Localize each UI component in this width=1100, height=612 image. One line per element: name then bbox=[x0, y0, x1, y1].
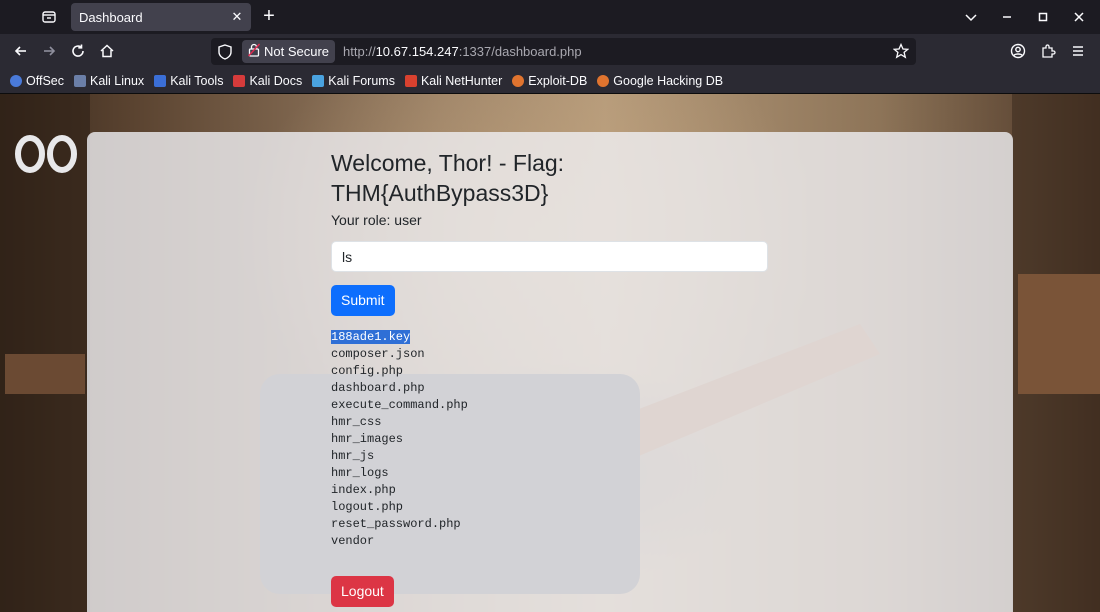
flag-text: THM{AuthBypass3D} bbox=[331, 180, 549, 206]
submit-button[interactable]: Submit bbox=[331, 285, 395, 316]
url-text[interactable]: http://10.67.154.247:1337/dashboard.php bbox=[343, 44, 582, 59]
url-scheme: http:// bbox=[343, 44, 376, 59]
output-line: execute_command.php bbox=[331, 398, 468, 412]
output-line: reset_password.php bbox=[331, 517, 461, 531]
tracking-shield-icon[interactable] bbox=[214, 41, 236, 63]
maximize-icon[interactable] bbox=[1032, 6, 1054, 28]
output-line: hmr_js bbox=[331, 449, 375, 463]
kali-tools-icon bbox=[154, 74, 167, 87]
logout-button[interactable]: Logout bbox=[331, 576, 394, 607]
site-security-indicator[interactable]: Not Secure bbox=[242, 40, 336, 63]
output-line-selected: 188ade1.key bbox=[331, 330, 411, 344]
home-icon[interactable] bbox=[95, 39, 119, 63]
page-viewport: Welcome, Thor! - Flag: THM{AuthBypass3D}… bbox=[0, 94, 1100, 612]
kali-docs-icon bbox=[233, 74, 246, 87]
chevron-down-icon[interactable] bbox=[960, 6, 982, 28]
tab-list-icon[interactable] bbox=[36, 4, 62, 30]
bookmark-kali-docs[interactable]: Kali Docs bbox=[233, 74, 302, 88]
command-input[interactable]: ls bbox=[331, 241, 768, 272]
bookmark-star-icon[interactable] bbox=[890, 40, 912, 62]
nav-toolbar: Not Secure http://10.67.154.247:1337/das… bbox=[0, 34, 1100, 68]
output-line: hmr_logs bbox=[331, 466, 389, 480]
output-line: composer.json bbox=[331, 347, 425, 361]
user-role-text: Your role: user bbox=[331, 212, 422, 228]
dashboard-content: Welcome, Thor! - Flag: THM{AuthBypass3D}… bbox=[331, 148, 771, 550]
account-icon[interactable] bbox=[1006, 39, 1030, 63]
address-bar[interactable]: Not Secure http://10.67.154.247:1337/das… bbox=[211, 38, 916, 65]
bookmark-exploit-db[interactable]: Exploit-DB bbox=[512, 74, 587, 88]
bookmark-kali-linux[interactable]: Kali Linux bbox=[73, 74, 144, 88]
close-window-icon[interactable] bbox=[1068, 6, 1090, 28]
not-secure-label: Not Secure bbox=[264, 44, 330, 59]
output-line: hmr_images bbox=[331, 432, 404, 446]
kali-forums-icon bbox=[312, 74, 325, 87]
bookmark-kali-nethunter[interactable]: Kali NetHunter bbox=[404, 74, 502, 88]
tab-strip: Dashboard ✕ + bbox=[0, 0, 1100, 34]
bookmark-google-hacking-db[interactable]: Google Hacking DB bbox=[597, 74, 723, 88]
dashboard-card: Welcome, Thor! - Flag: THM{AuthBypass3D}… bbox=[87, 132, 1013, 612]
new-tab-icon[interactable]: + bbox=[258, 5, 280, 27]
hamburger-menu-icon[interactable] bbox=[1066, 39, 1090, 63]
output-line: index.php bbox=[331, 483, 396, 497]
exploit-db-icon bbox=[512, 74, 525, 87]
command-input-value: ls bbox=[342, 248, 353, 265]
forward-arrow-icon[interactable] bbox=[37, 39, 61, 63]
url-host: 10.67.154.247 bbox=[375, 44, 459, 59]
insecure-lock-icon bbox=[247, 43, 261, 60]
bookmarks-toolbar: OffSec Kali Linux Kali Tools Kali Docs K… bbox=[0, 68, 1100, 94]
output-line: vendor bbox=[331, 534, 375, 548]
ghdb-icon bbox=[597, 74, 610, 87]
bookmark-kali-tools[interactable]: Kali Tools bbox=[154, 74, 223, 88]
bookmark-kali-forums[interactable]: Kali Forums bbox=[312, 74, 395, 88]
bookmark-offsec[interactable]: OffSec bbox=[10, 74, 64, 88]
nethunter-icon bbox=[404, 74, 417, 87]
tab-title: Dashboard bbox=[79, 9, 143, 25]
offsec-icon bbox=[10, 74, 22, 87]
extensions-icon[interactable] bbox=[1036, 39, 1060, 63]
output-line: hmr_css bbox=[331, 415, 382, 429]
output-line: 188ade1.key bbox=[331, 329, 771, 346]
minimize-icon[interactable] bbox=[996, 6, 1018, 28]
back-arrow-icon[interactable] bbox=[9, 39, 33, 63]
kali-dragon-icon bbox=[73, 74, 86, 87]
command-output: 188ade1.key composer.json config.php das… bbox=[331, 329, 771, 550]
reload-icon[interactable] bbox=[66, 39, 90, 63]
close-tab-icon[interactable]: ✕ bbox=[227, 7, 247, 27]
tab-dashboard[interactable]: Dashboard ✕ bbox=[71, 3, 251, 31]
url-path: :1337/dashboard.php bbox=[458, 44, 582, 59]
welcome-heading: Welcome, Thor! - Flag: THM{AuthBypass3D} bbox=[331, 148, 771, 208]
output-line: dashboard.php bbox=[331, 381, 425, 395]
welcome-text: Welcome, Thor! - Flag: bbox=[331, 150, 565, 176]
output-line: config.php bbox=[331, 364, 404, 378]
output-line: logout.php bbox=[331, 500, 404, 514]
